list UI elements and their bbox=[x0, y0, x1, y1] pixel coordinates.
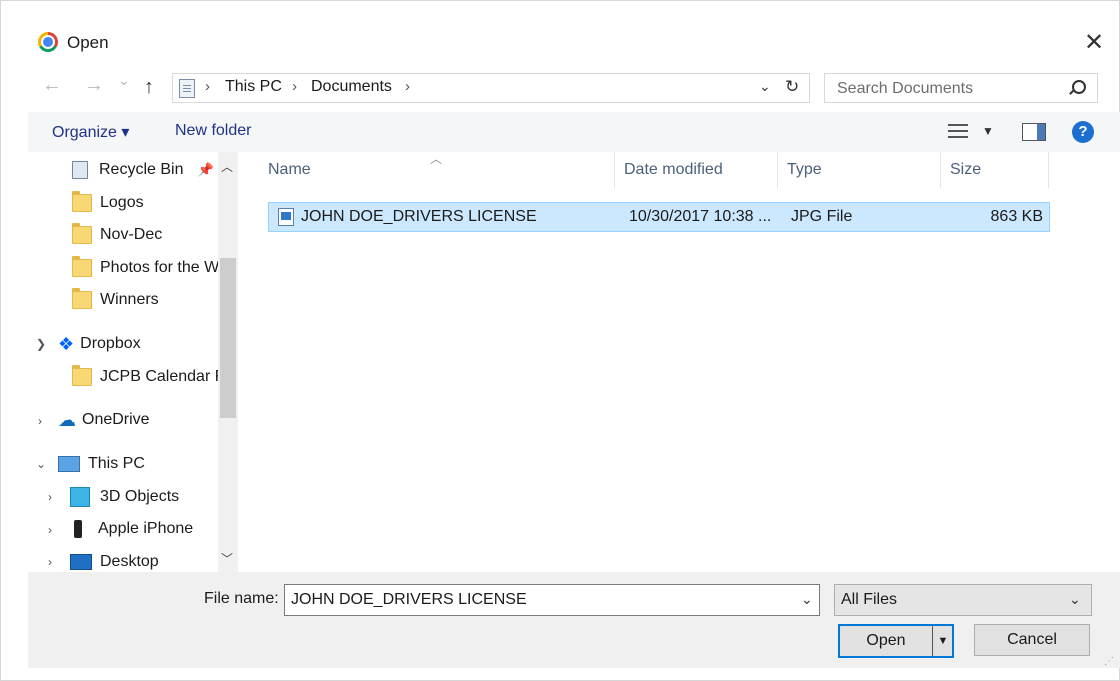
column-divider bbox=[777, 152, 778, 188]
table-row[interactable]: JOHN DOE_DRIVERS LICENSE 10/30/2017 10:3… bbox=[268, 202, 1050, 232]
file-date: 10/30/2017 10:38 ... bbox=[629, 208, 772, 225]
column-divider bbox=[614, 152, 615, 188]
view-dropdown-icon[interactable]: ▼ bbox=[982, 124, 994, 138]
column-header-date[interactable]: Date modified bbox=[624, 152, 776, 188]
search-box[interactable] bbox=[824, 73, 1098, 103]
breadcrumb-documents[interactable]: Documents bbox=[311, 78, 392, 96]
breadcrumb-this-pc[interactable]: This PC bbox=[225, 78, 282, 96]
sidebar-item-desktop[interactable]: Desktop bbox=[70, 549, 159, 572]
chevron-down-icon[interactable]: ❯ bbox=[36, 337, 46, 351]
dialog-footer: File name: ⌄ All Files ⌄ Open ▼ Cancel ⋰ bbox=[28, 572, 1120, 668]
column-header-type[interactable]: Type bbox=[787, 152, 939, 188]
close-icon[interactable]: ✕ bbox=[1078, 26, 1110, 58]
recycle-bin-icon bbox=[72, 161, 88, 179]
preview-pane-icon[interactable] bbox=[1022, 123, 1046, 141]
synced-folder-icon bbox=[72, 365, 92, 386]
open-button[interactable]: Open ▼ bbox=[838, 624, 954, 658]
column-header-name[interactable]: Name bbox=[268, 152, 614, 188]
chevron-down-icon[interactable]: ⌄ bbox=[759, 78, 771, 95]
chevron-right-icon[interactable]: › bbox=[205, 78, 210, 95]
navigation-pane: Recycle Bin 📌 Logos Nov-Dec Photos for t… bbox=[28, 152, 240, 572]
file-name-combobox[interactable]: ⌄ bbox=[284, 584, 820, 616]
desktop-icon bbox=[70, 554, 92, 570]
chevron-right-icon[interactable]: › bbox=[48, 523, 52, 537]
folder-icon bbox=[72, 223, 92, 244]
sidebar-item-nov-dec[interactable]: Nov-Dec bbox=[72, 222, 162, 248]
chevron-right-icon[interactable]: › bbox=[405, 78, 410, 95]
open-button-label: Open bbox=[866, 632, 906, 649]
computer-icon bbox=[58, 456, 80, 472]
chrome-icon bbox=[38, 32, 58, 52]
organize-button[interactable]: Organize ▾ bbox=[52, 122, 129, 142]
column-divider bbox=[940, 152, 941, 188]
dropbox-icon: ❖ bbox=[58, 333, 75, 354]
file-name-input[interactable] bbox=[289, 590, 793, 610]
cloud-icon: ☁ bbox=[58, 409, 76, 430]
chevron-down-icon[interactable]: ⌄ bbox=[36, 457, 46, 471]
title-bar: Open ✕ bbox=[0, 0, 1120, 64]
forward-button[interactable]: → bbox=[84, 74, 104, 97]
dialog-title: Open bbox=[67, 33, 109, 52]
chevron-down-icon[interactable]: ⌄ bbox=[801, 591, 813, 608]
file-type-filter-value: All Files bbox=[841, 591, 898, 608]
sidebar-item-apple-iphone[interactable]: Apple iPhone bbox=[74, 516, 193, 542]
pin-icon[interactable]: 📌 bbox=[197, 162, 213, 178]
resize-grip-icon[interactable]: ⋰ bbox=[1104, 656, 1114, 667]
sidebar-item-logos[interactable]: Logos bbox=[72, 190, 144, 216]
command-bar: Organize ▾ New folder ▼ ? bbox=[28, 112, 1120, 152]
file-name: JOHN DOE_DRIVERS LICENSE bbox=[301, 208, 537, 225]
help-icon[interactable]: ? bbox=[1072, 121, 1094, 143]
address-bar[interactable]: › This PC › Documents › ⌄ ↻ bbox=[172, 73, 810, 103]
chevron-right-icon[interactable]: › bbox=[48, 490, 52, 504]
up-button[interactable]: ↑ bbox=[144, 76, 154, 99]
sidebar-item-this-pc[interactable]: This PC bbox=[58, 451, 145, 477]
chevron-right-icon[interactable]: › bbox=[38, 414, 42, 428]
document-icon bbox=[179, 79, 195, 98]
navigation-scrollbar[interactable]: ︿ ﹀ bbox=[218, 152, 238, 572]
refresh-icon[interactable]: ↻ bbox=[785, 77, 799, 97]
folder-icon bbox=[72, 288, 92, 309]
file-list: ︿ Name Date modified Type Size JOHN DOE_… bbox=[240, 152, 1120, 572]
folder-icon bbox=[72, 256, 92, 277]
sidebar-item-dropbox[interactable]: ❖ Dropbox bbox=[58, 331, 141, 357]
open-options-dropdown-icon[interactable]: ▼ bbox=[932, 626, 953, 656]
recent-locations-button[interactable]: ⌄ bbox=[118, 72, 130, 89]
phone-icon bbox=[74, 520, 82, 538]
folder-icon bbox=[72, 191, 92, 212]
sidebar-item-onedrive[interactable]: ☁ OneDrive bbox=[58, 407, 150, 433]
chevron-right-icon[interactable]: › bbox=[292, 78, 297, 95]
file-name-label: File name: bbox=[204, 590, 279, 607]
sidebar-item-jcpb-calendar[interactable]: JCPB Calendar F bbox=[72, 364, 225, 390]
search-icon[interactable] bbox=[1072, 80, 1086, 94]
image-file-icon bbox=[278, 208, 294, 226]
column-header-size[interactable]: Size bbox=[950, 152, 1048, 188]
cancel-button[interactable]: Cancel bbox=[974, 624, 1090, 656]
new-folder-button[interactable]: New folder bbox=[175, 122, 251, 140]
view-options-icon[interactable] bbox=[948, 124, 968, 138]
file-type: JPG File bbox=[791, 208, 853, 225]
file-type-filter[interactable]: All Files ⌄ bbox=[834, 584, 1092, 616]
back-button[interactable]: ← bbox=[42, 74, 62, 97]
cube-icon bbox=[70, 487, 90, 507]
sidebar-item-photos[interactable]: Photos for the W bbox=[72, 255, 219, 281]
column-divider bbox=[1048, 152, 1049, 188]
file-size: 863 KB bbox=[990, 208, 1043, 225]
chevron-down-icon[interactable]: ⌄ bbox=[1069, 591, 1081, 608]
chevron-right-icon[interactable]: › bbox=[48, 555, 52, 569]
search-input[interactable] bbox=[835, 79, 1059, 99]
sidebar-item-recycle-bin[interactable]: Recycle Bin 📌 bbox=[72, 157, 214, 183]
scroll-down-icon[interactable]: ﹀ bbox=[221, 550, 233, 567]
open-dialog: Open ✕ ← → ⌄ ↑ › This PC › Documents › ⌄… bbox=[0, 0, 1120, 681]
scrollbar-thumb[interactable] bbox=[220, 258, 236, 418]
sidebar-item-3d-objects[interactable]: 3D Objects bbox=[70, 484, 179, 510]
scroll-up-icon[interactable]: ︿ bbox=[221, 158, 233, 175]
sidebar-item-winners[interactable]: Winners bbox=[72, 287, 159, 313]
